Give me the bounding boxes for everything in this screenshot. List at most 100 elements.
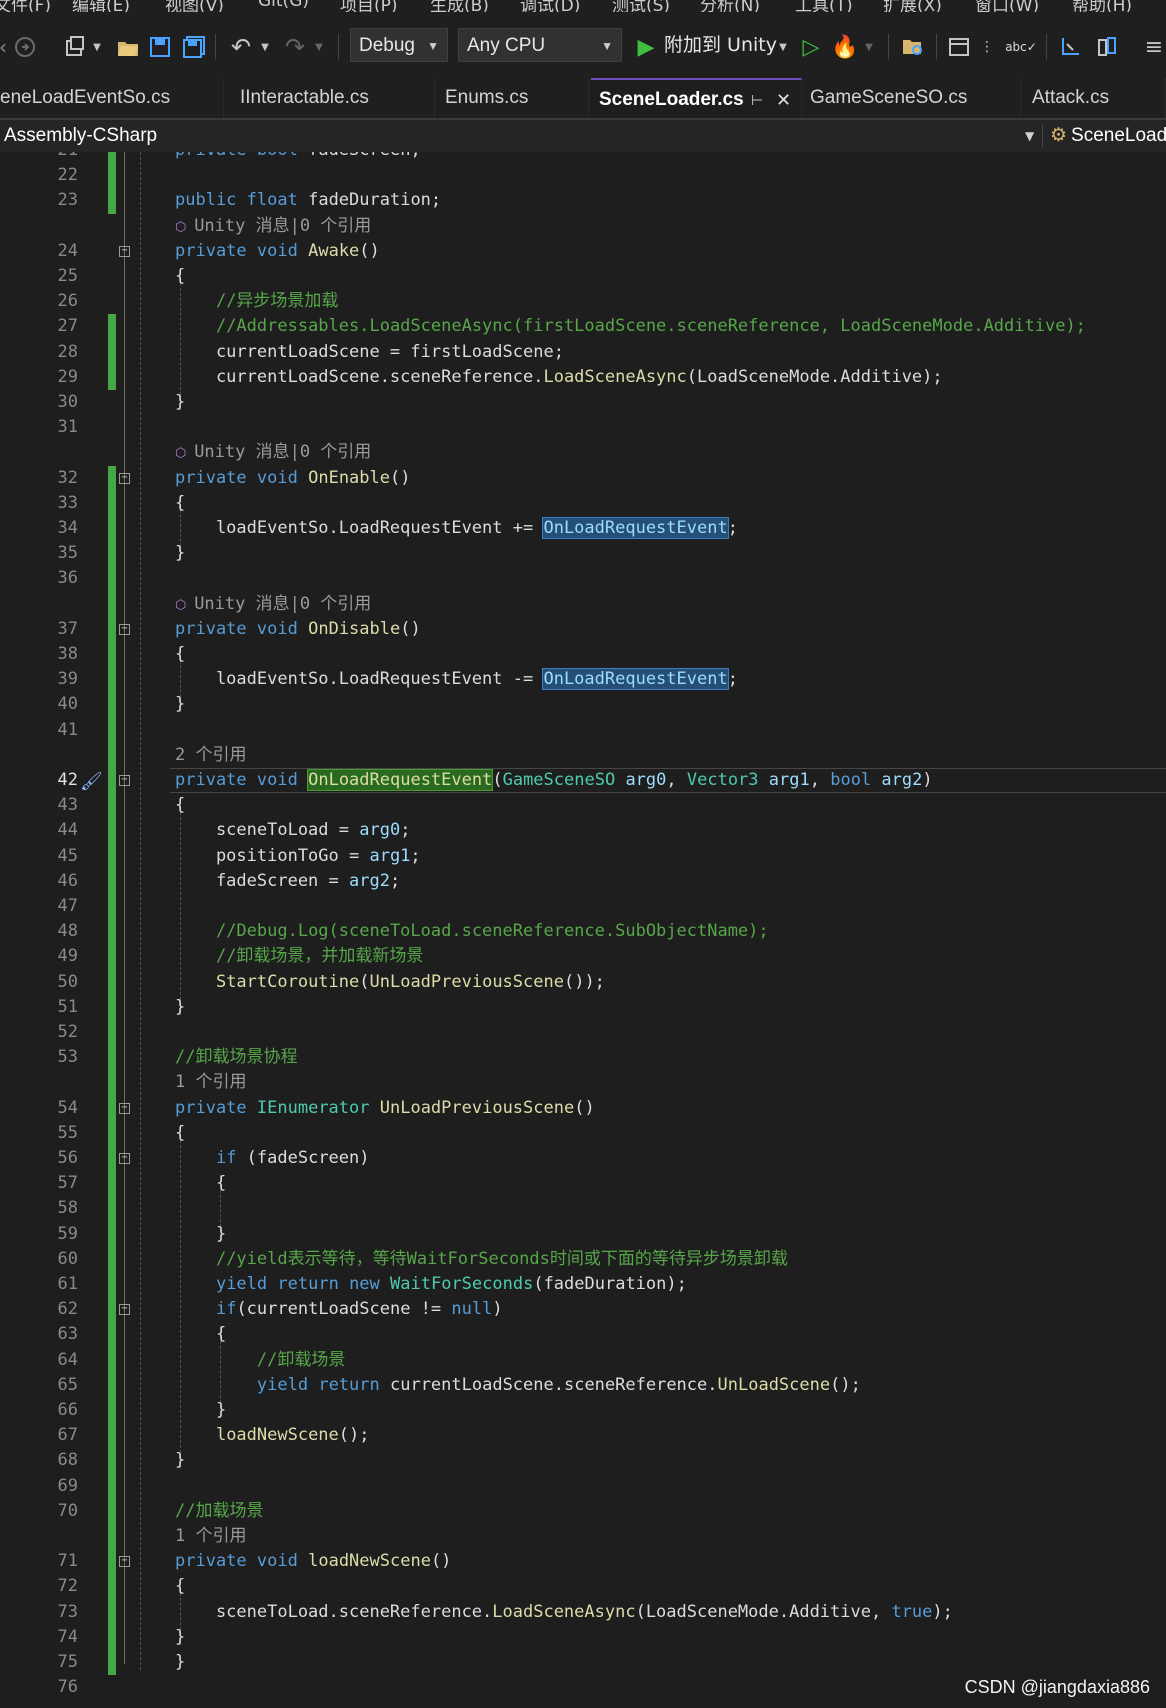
code-text[interactable]: {	[175, 1574, 185, 1599]
collapse-icon[interactable]: −	[119, 472, 130, 484]
menu-tools[interactable]: 工具(T)	[795, 0, 853, 12]
collapse-icon[interactable]: −	[119, 775, 130, 786]
code-text[interactable]: {	[175, 264, 185, 289]
redo-icon[interactable]: ↷	[280, 30, 310, 64]
code-text[interactable]: loadEventSo.LoadRequestEvent -= OnLoadRe…	[175, 667, 738, 692]
code-text[interactable]: }	[175, 1222, 226, 1247]
code-text[interactable]: {	[175, 642, 185, 667]
comment-lines-icon[interactable]: ≡	[1142, 30, 1166, 64]
code-text[interactable]: //加载场景	[175, 1499, 263, 1524]
tab-enums[interactable]: Enums.cs	[437, 78, 589, 118]
menu-view[interactable]: 视图(V)	[165, 0, 224, 12]
undo-dropdown-icon[interactable]: ▼	[258, 30, 272, 64]
menu-test[interactable]: 测试(S)	[612, 0, 670, 12]
collapse-icon[interactable]: −	[119, 1304, 130, 1316]
code-text[interactable]: sceneToLoad.sceneReference.LoadSceneAsyn…	[175, 1600, 953, 1625]
menu-debug[interactable]: 调试(D)	[520, 0, 580, 12]
save-icon[interactable]	[146, 30, 174, 64]
codelens-hint[interactable]: 1 个引用	[175, 1070, 246, 1095]
code-text[interactable]: }	[175, 1448, 185, 1473]
attach-unity-button[interactable]: 附加到 Unity	[664, 28, 777, 62]
menu-analyze[interactable]: 分析(N)	[700, 0, 760, 12]
menu-window[interactable]: 窗口(W)	[975, 0, 1039, 12]
collapse-icon[interactable]: −	[119, 1556, 130, 1568]
code-text[interactable]: if (fadeScreen)	[175, 1146, 370, 1171]
menu-edit[interactable]: 编辑(E)	[72, 0, 130, 12]
save-all-icon[interactable]	[180, 30, 208, 64]
codelens-hint[interactable]: ⬡ Unity 消息|0 个引用	[175, 440, 371, 466]
code-text[interactable]: private bool fadeScreen;	[175, 152, 421, 163]
code-text[interactable]: yield return currentLoadScene.sceneRefer…	[175, 1373, 861, 1398]
close-icon[interactable]: ✕	[776, 80, 791, 118]
code-text[interactable]: }	[175, 1625, 185, 1650]
code-text[interactable]: }	[175, 1398, 226, 1423]
start-without-debugging-icon[interactable]: ▷	[798, 30, 824, 64]
undo-icon[interactable]: ↶	[226, 30, 256, 64]
tab-iinteractable[interactable]: IInteractable.cs	[232, 78, 435, 118]
code-text[interactable]: currentLoadScene = firstLoadScene;	[175, 340, 564, 365]
hot-reload-dropdown-icon[interactable]: ▼	[862, 30, 876, 64]
code-text[interactable]: //Debug.Log(sceneToLoad.sceneReference.S…	[175, 919, 769, 944]
code-text[interactable]: private IEnumerator UnLoadPreviousScene(…	[175, 1096, 595, 1121]
menu-build[interactable]: 生成(B)	[430, 0, 489, 12]
code-text[interactable]: loadEventSo.LoadRequestEvent += OnLoadRe…	[175, 516, 738, 541]
pin-icon[interactable]: ⊢	[751, 80, 763, 118]
code-text[interactable]: positionToGo = arg1;	[175, 844, 421, 869]
hot-reload-icon[interactable]: 🔥	[830, 30, 860, 64]
codelens-hint[interactable]: 2 个引用	[175, 743, 246, 768]
configuration-select[interactable]: Debug ▼	[350, 28, 448, 62]
tab-gamesceneso[interactable]: GameSceneSO.cs	[802, 78, 1021, 118]
code-text[interactable]: {	[175, 1121, 185, 1146]
play-icon[interactable]: ▶	[634, 30, 658, 64]
code-text[interactable]: {	[175, 793, 185, 818]
code-text[interactable]: //卸载场景	[175, 1348, 345, 1373]
overflow-icon[interactable]: ⋮	[976, 30, 998, 64]
code-text[interactable]: if(currentLoadScene != null)	[175, 1297, 503, 1322]
code-text[interactable]: loadNewScene();	[175, 1423, 370, 1448]
code-text[interactable]: //异步场景加载	[175, 289, 338, 314]
code-text[interactable]: //卸载场景，并加载新场景	[175, 944, 423, 969]
code-text[interactable]: {	[175, 1322, 226, 1347]
find-in-files-icon[interactable]	[898, 30, 928, 64]
menu-file[interactable]: 文件(F)	[0, 0, 51, 12]
code-text[interactable]: //卸载场景协程	[175, 1045, 297, 1070]
code-text[interactable]: }	[175, 995, 185, 1020]
menu-extensions[interactable]: 扩展(X)	[883, 0, 942, 12]
code-editor[interactable]: 21 private bool fadeScreen; 22 23 public flo…	[0, 152, 1166, 1708]
code-text[interactable]: {	[175, 491, 185, 516]
code-text[interactable]: }	[175, 692, 185, 717]
code-text[interactable]: fadeScreen = arg2;	[175, 869, 400, 894]
code-text[interactable]: private void OnEnable()	[175, 466, 410, 491]
code-text[interactable]: private void loadNewScene()	[175, 1549, 451, 1574]
code-text[interactable]: }	[175, 541, 185, 566]
spell-check-icon[interactable]: abc✓	[1004, 30, 1038, 64]
collapse-icon[interactable]: −	[119, 1102, 130, 1114]
code-text[interactable]: sceneToLoad = arg0;	[175, 818, 411, 843]
codelens-hint[interactable]: ⬡ Unity 消息|0 个引用	[175, 214, 371, 240]
project-dropdown[interactable]: Assembly-CSharp	[4, 120, 157, 152]
compare-icon[interactable]	[1092, 30, 1122, 64]
code-text[interactable]: private void OnDisable()	[175, 617, 421, 642]
codelens-hint[interactable]: 1 个引用	[175, 1524, 246, 1549]
new-item-icon[interactable]	[60, 30, 90, 64]
attach-dropdown-icon[interactable]: ▼	[776, 30, 790, 64]
code-text[interactable]: }	[175, 1650, 185, 1675]
tab-sceneloader[interactable]: SceneLoader.cs ⊢ ✕	[591, 78, 802, 118]
platform-select[interactable]: Any CPU ▼	[458, 28, 622, 62]
tab-sceneloadeventso[interactable]: eneLoadEventSo.cs	[0, 78, 224, 118]
code-text[interactable]: StartCoroutine(UnLoadPreviousScene());	[175, 970, 605, 995]
open-folder-icon[interactable]	[114, 30, 142, 64]
menu-help[interactable]: 帮助(H)	[1072, 0, 1132, 12]
collapse-icon[interactable]: −	[119, 245, 130, 257]
redo-dropdown-icon[interactable]: ▼	[312, 30, 326, 64]
code-text[interactable]: private void Awake()	[175, 239, 380, 264]
new-item-dropdown-icon[interactable]: ▼	[90, 30, 104, 64]
code-text[interactable]: }	[175, 390, 185, 415]
chevron-down-icon[interactable]: ▼	[1025, 120, 1034, 152]
code-text[interactable]: //yield表示等待，等待WaitForSeconds时间或下面的等待异步场景…	[175, 1247, 788, 1272]
tab-attack[interactable]: Attack.cs	[1024, 78, 1166, 118]
code-text[interactable]: //Addressables.LoadSceneAsync(firstLoadS…	[175, 314, 1086, 339]
collapse-icon[interactable]: −	[119, 1153, 130, 1164]
code-text[interactable]: public float fadeDuration;	[175, 188, 441, 213]
navigate-forward-icon[interactable]	[12, 30, 38, 64]
